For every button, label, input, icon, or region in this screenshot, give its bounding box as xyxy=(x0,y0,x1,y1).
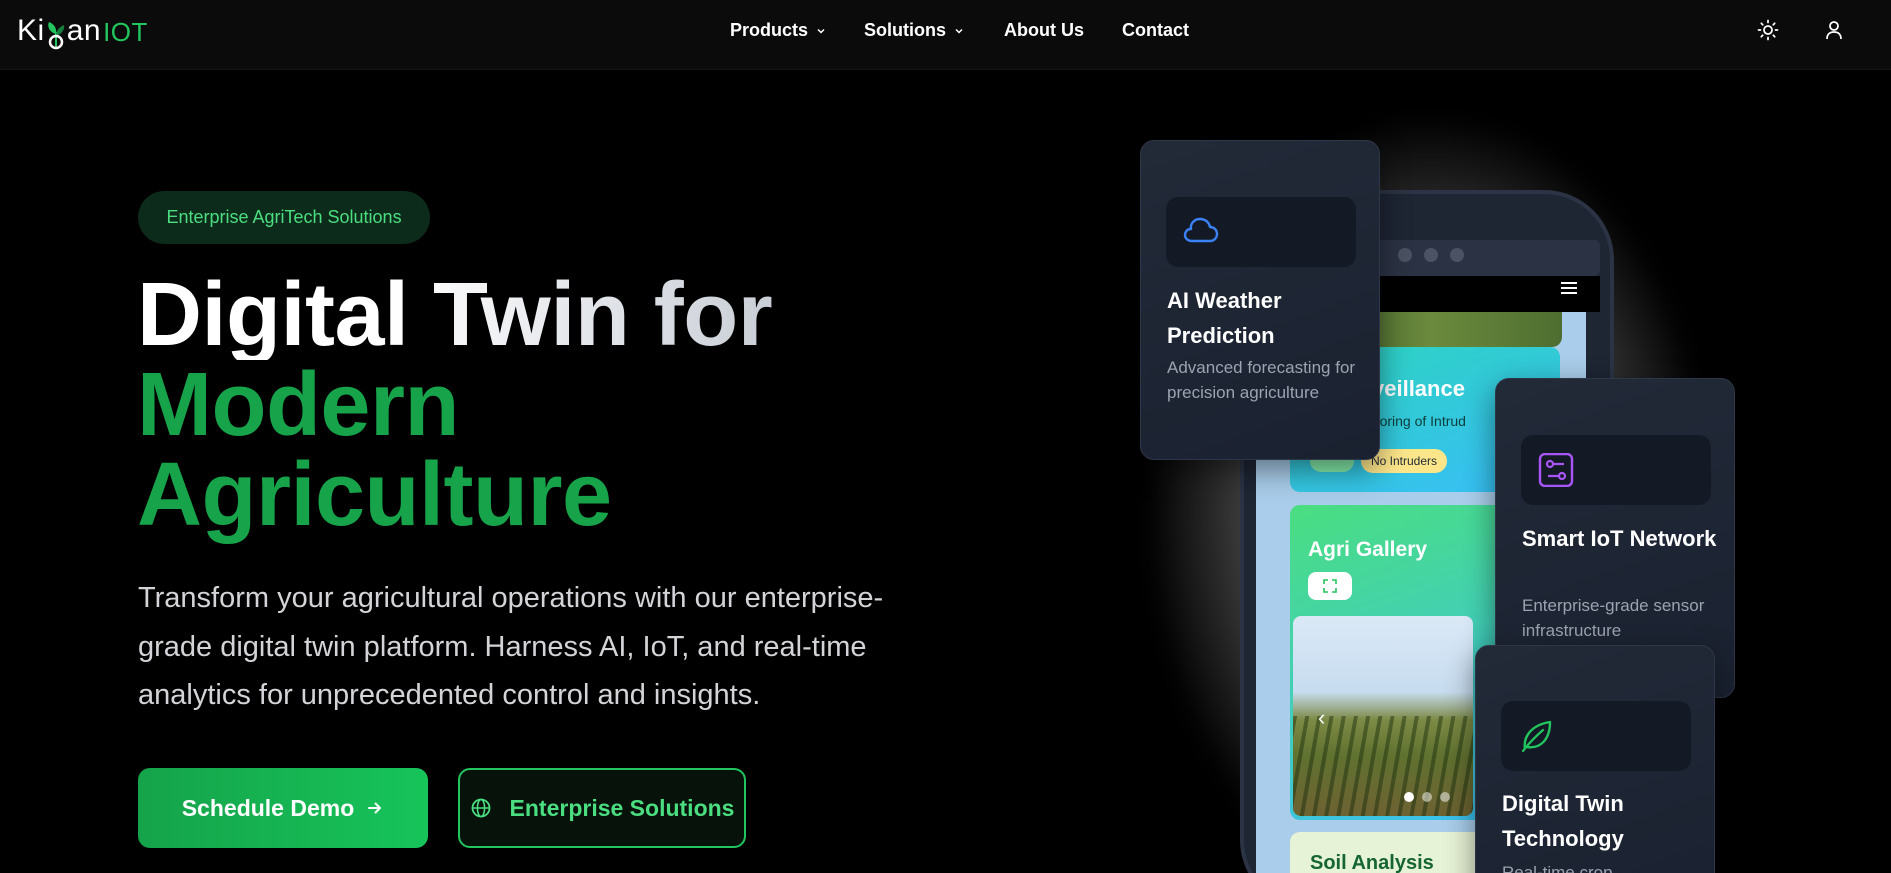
prev-arrow-icon[interactable]: ‹ xyxy=(1318,705,1325,731)
feature-card-digital-twin[interactable]: Digital Twin Technology Real-time crop xyxy=(1475,645,1715,873)
hero-title-line-3: Agriculture xyxy=(137,445,612,545)
carousel-dots[interactable] xyxy=(1404,792,1450,802)
menu-icon[interactable] xyxy=(1560,280,1578,296)
chevron-down-icon xyxy=(817,28,825,34)
feature-description: Enterprise-grade sensor infrastructure xyxy=(1522,596,1705,640)
feature-description: Advanced forecasting for precision agric… xyxy=(1167,358,1356,402)
top-nav: Ki an IOT Products Solutions About Us Co… xyxy=(0,0,1891,70)
feature-description: Real-time crop xyxy=(1502,863,1613,873)
phone-status-bar xyxy=(1360,240,1600,276)
enterprise-solutions-label: Enterprise Solutions xyxy=(509,794,735,821)
feature-title: Smart IoT Network xyxy=(1522,526,1717,551)
sprout-icon xyxy=(45,20,67,50)
hero-description: Transform your agricultural operations w… xyxy=(138,582,884,711)
hero-badge: Enterprise AgriTech Solutions xyxy=(138,191,430,244)
expand-icon xyxy=(1323,579,1337,593)
circuit-icon xyxy=(1538,453,1574,487)
icon-well xyxy=(1521,435,1711,505)
logo-text-an: an xyxy=(66,14,102,47)
hero-badge-label: Enterprise AgriTech Solutions xyxy=(166,207,402,227)
feature-card-weather[interactable]: AI Weather Prediction Advanced forecasti… xyxy=(1140,140,1380,460)
icon-well xyxy=(1501,701,1691,771)
icon-well xyxy=(1166,197,1356,267)
enterprise-solutions-button[interactable]: Enterprise Solutions xyxy=(458,768,746,848)
cloud-icon xyxy=(1183,217,1219,243)
hero-title-line-1: Digital Twin for xyxy=(137,265,773,365)
nav-products[interactable]: Products xyxy=(730,20,826,41)
nav-solutions[interactable]: Solutions xyxy=(864,20,964,41)
schedule-demo-button[interactable]: Schedule Demo xyxy=(138,768,428,848)
nav-solutions-label: Solutions xyxy=(864,20,946,40)
soil-analysis-title: Soil Analysis xyxy=(1310,852,1434,873)
hero-title-line-2: Modern xyxy=(137,355,459,455)
nav-about-label: About Us xyxy=(1004,20,1084,40)
logo[interactable]: Ki an IOT xyxy=(17,8,148,50)
user-icon[interactable] xyxy=(1822,18,1846,42)
feature-title: AI Weather Prediction xyxy=(1167,288,1282,348)
globe-icon xyxy=(471,798,490,818)
chevron-down-icon xyxy=(955,28,963,34)
schedule-demo-label: Schedule Demo xyxy=(181,794,355,821)
logo-text-iot: IOT xyxy=(103,17,148,47)
arrow-right-icon xyxy=(368,802,382,814)
nav-about-us[interactable]: About Us xyxy=(1004,20,1084,41)
expand-button[interactable] xyxy=(1308,572,1352,600)
logo-text-ki: Ki xyxy=(17,14,45,47)
nav-contact-label: Contact xyxy=(1122,20,1189,40)
leaf-icon xyxy=(1521,720,1552,753)
phone-window-dots xyxy=(1398,248,1464,262)
feature-title: Digital Twin Technology xyxy=(1502,791,1624,851)
sun-icon[interactable] xyxy=(1756,18,1780,42)
nav-contact[interactable]: Contact xyxy=(1122,20,1189,41)
nav-products-label: Products xyxy=(730,20,809,40)
gallery-title: Agri Gallery xyxy=(1308,538,1428,561)
